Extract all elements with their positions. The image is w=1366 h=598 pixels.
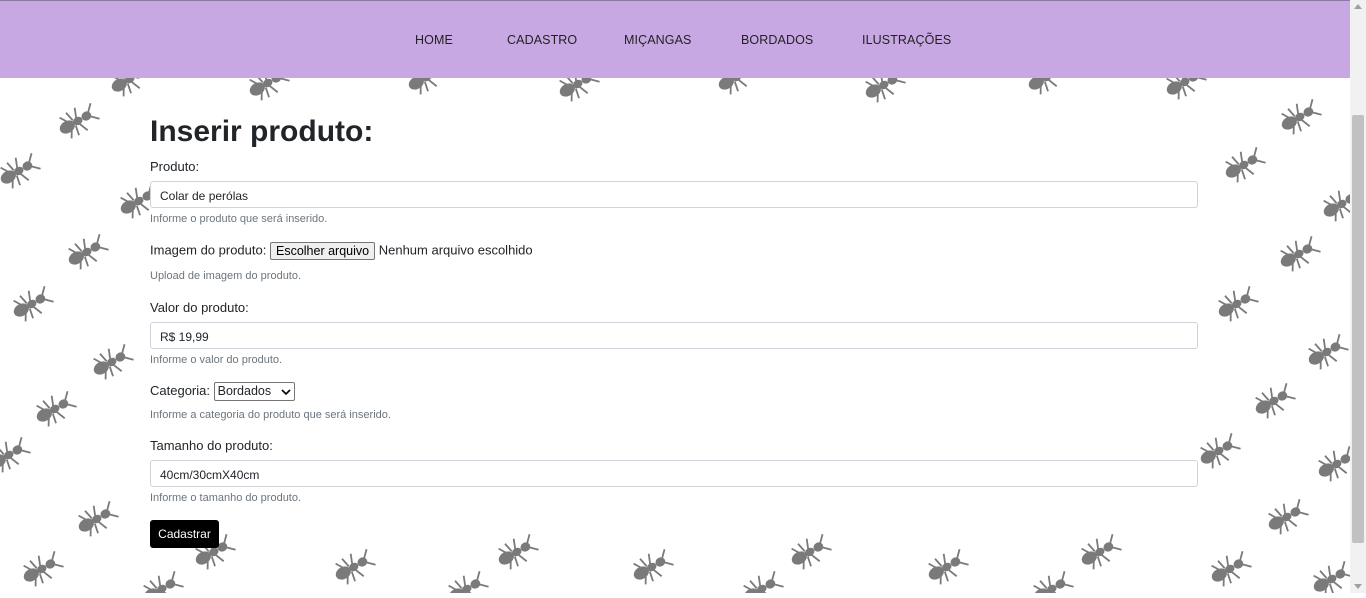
nav-item-ilustracoes[interactable]: ILUSTRAÇÕES (862, 33, 951, 47)
categoria-selected-value: Bordados (217, 384, 272, 398)
valor-input[interactable]: R$ 19,99 (150, 322, 1198, 349)
top-navbar: HOME CADASTRO MIÇANGAS BORDADOS ILUSTRAÇ… (0, 0, 1350, 78)
valor-label: Valor do produto: (150, 300, 249, 315)
cadastrar-button[interactable]: Cadastrar (150, 520, 219, 548)
produto-help: Informe o produto que será inserido. (150, 213, 328, 225)
nav-item-home[interactable]: HOME (415, 33, 453, 47)
nav-item-cadastro[interactable]: CADASTRO (507, 33, 577, 47)
imagem-row: Imagem do produto: Escolher arquivo Nenh… (150, 242, 533, 260)
imagem-help: Upload de imagem do produto. (150, 270, 302, 282)
ant-background-pattern (0, 0, 1366, 598)
categoria-help: Informe a categoria do produto que será … (150, 409, 391, 421)
categoria-label: Categoria: (150, 382, 210, 398)
file-status-text: Nenhum arquivo escolhido (378, 242, 533, 258)
choose-file-button[interactable]: Escolher arquivo (269, 242, 376, 260)
tamanho-input[interactable]: 40cm/30cmX40cm (150, 460, 1198, 487)
page-title: Inserir produto: (150, 115, 374, 148)
nav-item-bordados[interactable]: BORDADOS (741, 33, 813, 47)
produto-input[interactable]: Colar de perólas (150, 181, 1198, 208)
valor-help: Informe o valor do produto. (150, 354, 283, 366)
tamanho-help: Informe o tamanho do produto. (150, 492, 302, 504)
produto-label: Produto: (150, 159, 200, 174)
categoria-select[interactable]: Bordados (213, 382, 295, 401)
categoria-row: Categoria: Bordados (150, 382, 295, 401)
imagem-label: Imagem do produto: (150, 242, 267, 258)
ant-pattern-icons (0, 54, 1366, 598)
tamanho-label: Tamanho do produto: (150, 438, 273, 453)
vertical-scrollbar[interactable] (1350, 0, 1366, 593)
scroll-down-icon[interactable] (1354, 584, 1362, 589)
chevron-down-icon (281, 383, 291, 400)
scroll-thumb[interactable] (1352, 115, 1364, 543)
nav-item-micangas[interactable]: MIÇANGAS (624, 33, 691, 47)
scroll-up-icon[interactable] (1354, 4, 1362, 9)
